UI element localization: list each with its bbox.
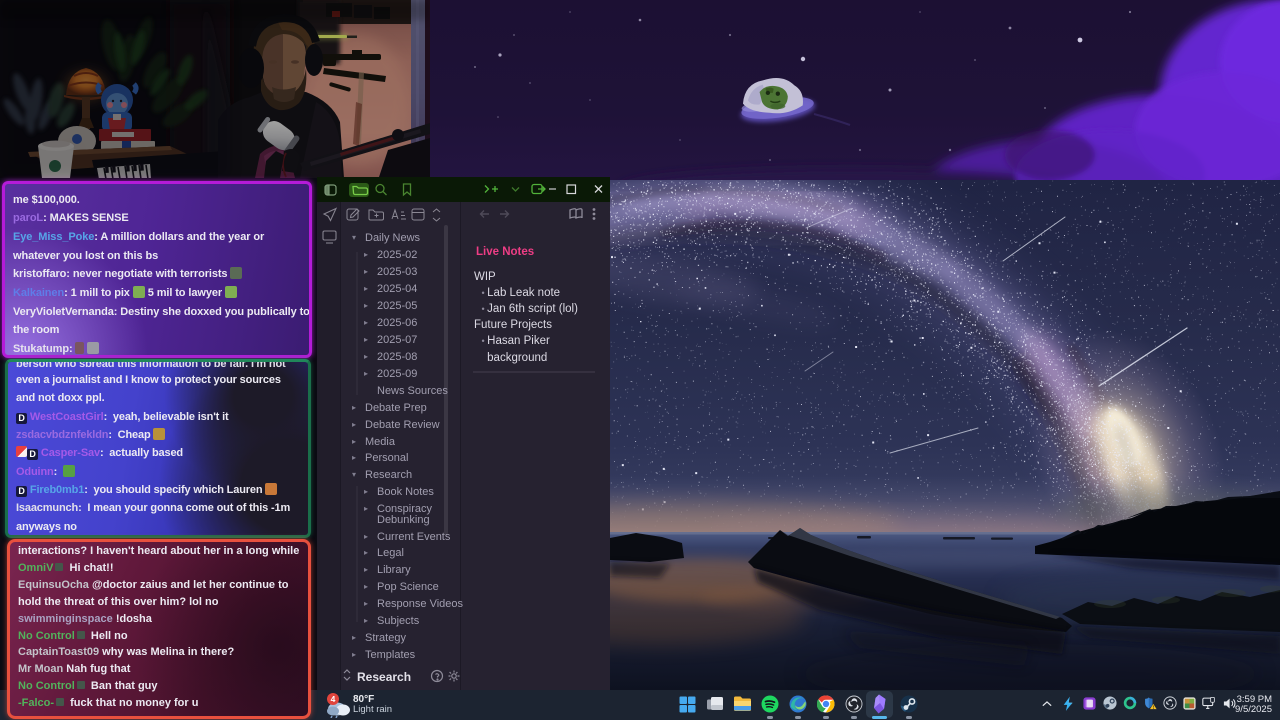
svg-text:4: 4 [331, 694, 336, 704]
